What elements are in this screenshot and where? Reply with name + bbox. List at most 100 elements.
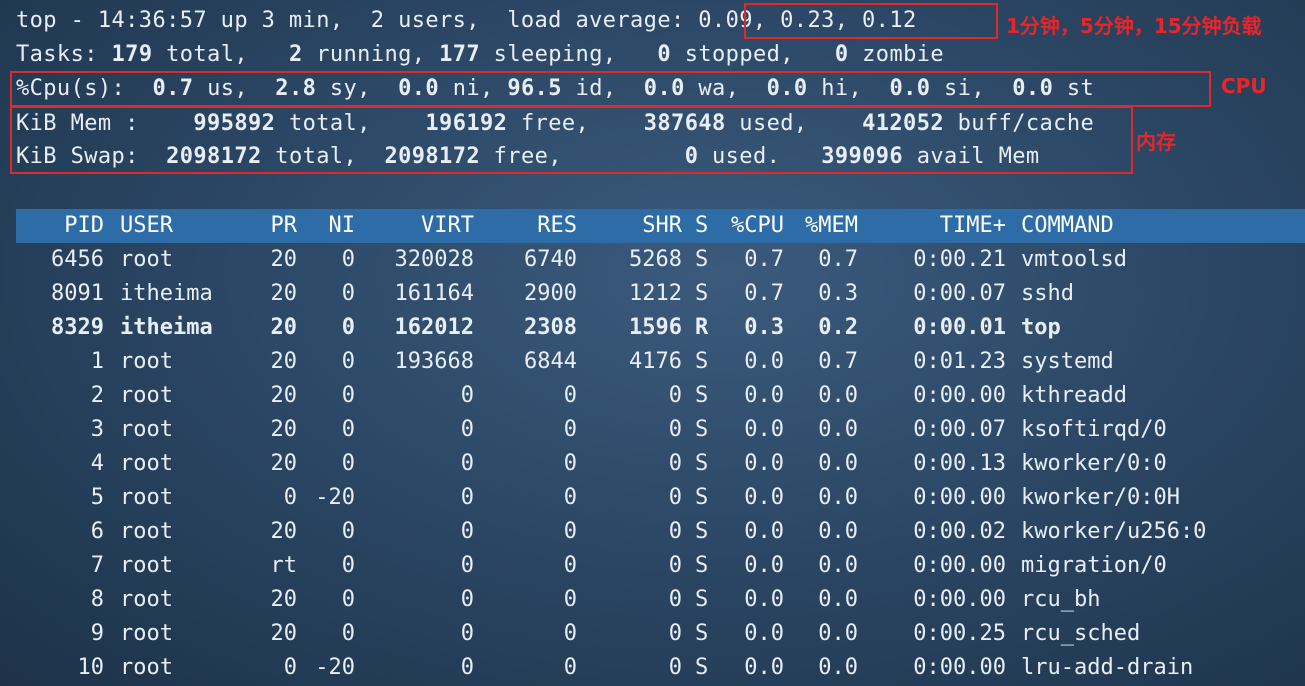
table-row[interactable]: 8 root 20 0 0 0 0 S 0.0 0.0 0:00.00 rcu_bh [0,583,1305,617]
table-row[interactable]: 8091 itheima 20 0 161164 2900 1212 S 0.7 0.3 0:00.… [0,277,1305,311]
cell-cpu: 0.0 [744,621,784,646]
cell-pr: 20 [270,383,298,408]
cell-pr: 20 [270,417,298,442]
cell-mem: 0.0 [818,383,858,408]
cell-res: 0 [563,485,577,510]
cell-ni: 0 [341,349,355,374]
table-row[interactable]: 3 root 20 0 0 0 0 S 0.0 0.0 0:00.07 ksoftirqd/0 [0,413,1305,447]
cell-mem: 0.3 [818,281,858,306]
tasks-total: 179 [111,42,153,67]
table-row[interactable]: 10 root 0 -20 0 0 0 S 0.0 0.0 0:00.00 lru-add-drain [0,651,1305,685]
header-mem[interactable]: %MEM [788,209,858,243]
cell-res: 0 [563,553,577,578]
tasks-zombie-label: zombie [862,42,945,67]
header-time[interactable]: TIME+ [866,209,1006,243]
cell-mem: 0.0 [818,417,858,442]
cell-ni: 0 [341,383,355,408]
cell-virt: 162012 [394,315,474,340]
table-row[interactable]: 8329 itheima 20 0 162012 2308 1596 R 0.3 0.2 0:00.… [0,311,1305,345]
cell-pid: 8 [90,587,104,612]
cell-pr: 0 [283,485,297,510]
load-average-highlight-box [744,3,998,39]
cell-user: root [120,553,173,578]
cell-time: 0:00.01 [913,315,1006,340]
terminal-window[interactable]: top - 14:36:57 up 3 min, 2 users, load a… [0,0,1305,686]
tasks-sleeping-label: sleeping, [493,42,617,67]
cell-mem: 0.0 [818,621,858,646]
cell-user: itheima [120,281,213,306]
cell-ni: 0 [341,451,355,476]
table-row[interactable]: 6 root 20 0 0 0 0 S 0.0 0.0 0:00.02 kworker/u256:0 [0,515,1305,549]
memory-highlight-box [10,106,1133,174]
header-cpu[interactable]: %CPU [714,209,784,243]
cell-virt: 320028 [394,247,474,272]
cell-pid: 9 [90,621,104,646]
cell-user: root [120,655,173,680]
cell-cpu: 0.0 [744,655,784,680]
cell-cpu: 0.7 [744,247,784,272]
cell-pid: 7 [90,553,104,578]
cell-pid: 2 [90,383,104,408]
header-res[interactable]: RES [477,209,577,243]
cell-virt: 161164 [394,281,474,306]
tasks-running: 2 [288,42,303,67]
cell-virt: 0 [460,485,474,510]
cell-pr: 0 [283,655,297,680]
cell-shr: 0 [668,655,682,680]
cell-res: 0 [563,621,577,646]
cell-mem: 0.0 [818,553,858,578]
header-pr[interactable]: PR [247,209,298,243]
cell-time: 0:00.07 [913,417,1006,442]
cell-user: root [120,349,173,374]
cell-virt: 0 [460,383,474,408]
cell-pid: 5 [90,485,104,510]
header-virt[interactable]: VIRT [364,209,474,243]
cell-res: 0 [563,417,577,442]
table-row[interactable]: 1 root 20 0 193668 6844 4176 S 0.0 0.7 0:01.23 syst… [0,345,1305,379]
cell-time: 0:00.02 [913,519,1006,544]
table-row[interactable]: 7 root rt 0 0 0 0 S 0.0 0.0 0:00.00 migration/0 [0,549,1305,583]
cell-time: 0:00.00 [913,383,1006,408]
cell-res: 2308 [524,315,577,340]
tasks-line: Tasks: 179 total, 2 running, 177 sleepin… [16,38,944,72]
cell-user: root [120,247,173,272]
cell-cmd: rcu_bh [1021,587,1101,612]
table-row[interactable]: 6456 root 20 0 320028 6740 5268 S 0.7 0.7 0:00.21 v… [0,243,1305,277]
cell-time: 0:00.25 [913,621,1006,646]
cell-time: 0:00.00 [913,485,1006,510]
header-command[interactable]: COMMAND [1021,209,1305,243]
cell-cpu: 0.3 [744,315,784,340]
table-row[interactable]: 4 root 20 0 0 0 0 S 0.0 0.0 0:00.13 kworker/0:0 [0,447,1305,481]
cell-ni: 0 [341,553,355,578]
cell-virt: 0 [460,451,474,476]
cell-cpu: 0.0 [744,553,784,578]
cell-cmd: ksoftirqd/0 [1021,417,1167,442]
table-row[interactable]: 9 root 20 0 0 0 0 S 0.0 0.0 0:00.25 rcu_sched [0,617,1305,651]
cell-cpu: 0.0 [744,587,784,612]
cell-time: 0:00.00 [913,587,1006,612]
cell-shr: 0 [668,519,682,544]
table-row[interactable]: 5 root 0 -20 0 0 0 S 0.0 0.0 0:00.00 kworker/0:0H [0,481,1305,515]
header-shr[interactable]: SHR [582,209,682,243]
cell-pid: 6456 [51,247,104,272]
cell-shr: 1212 [629,281,682,306]
header-ni[interactable]: NI [300,209,356,243]
cell-res: 0 [563,655,577,680]
table-row[interactable]: 2 root 20 0 0 0 0 S 0.0 0.0 0:00.00 kthreadd [0,379,1305,413]
cpu-annotation: CPU [1221,74,1267,98]
tasks-stopped-label: stopped, [684,42,794,67]
header-pid[interactable]: PID [14,209,104,243]
header-user[interactable]: USER [120,209,250,243]
cell-cpu: 0.0 [744,485,784,510]
cell-ni: 0 [341,621,355,646]
cell-user: root [120,451,173,476]
cell-mem: 0.0 [818,587,858,612]
cell-cmd: kworker/0:0 [1021,451,1167,476]
cell-ni: 0 [341,247,355,272]
cell-user: itheima [120,315,213,340]
cell-pid: 8329 [51,315,104,340]
tasks-running-label: running, [316,42,426,67]
cell-mem: 0.0 [818,451,858,476]
cell-pid: 3 [90,417,104,442]
cell-cmd: vmtoolsd [1021,247,1127,272]
